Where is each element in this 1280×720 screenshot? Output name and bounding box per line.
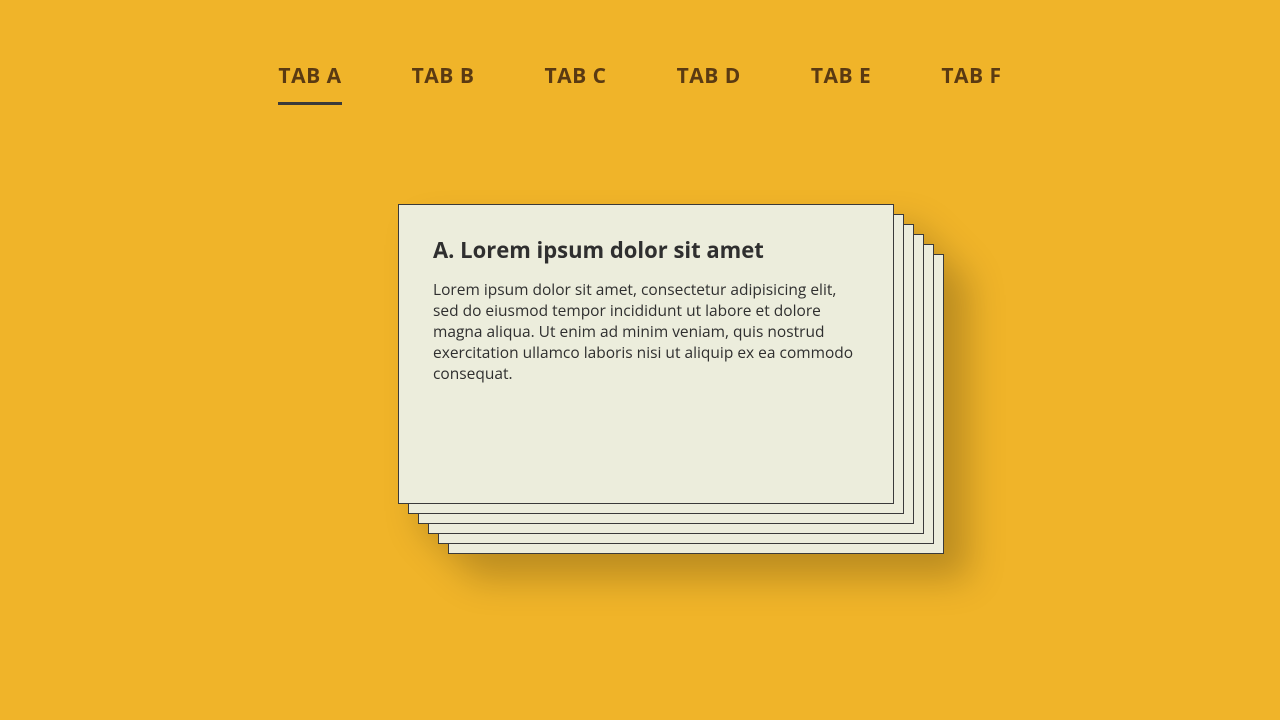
tab-b[interactable]: TAB B bbox=[412, 62, 475, 105]
tab-d[interactable]: TAB D bbox=[677, 62, 741, 105]
card-title: A. Lorem ipsum dolor sit amet bbox=[433, 235, 859, 265]
tab-e[interactable]: TAB E bbox=[811, 62, 871, 105]
card-front: A. Lorem ipsum dolor sit amet Lorem ipsu… bbox=[398, 204, 894, 504]
tab-c[interactable]: TAB C bbox=[544, 62, 606, 105]
tab-f[interactable]: TAB F bbox=[941, 62, 1001, 105]
card-stack: A. Lorem ipsum dolor sit amet Lorem ipsu… bbox=[398, 204, 894, 504]
tab-a[interactable]: TAB A bbox=[278, 62, 341, 105]
tab-bar: TAB A TAB B TAB C TAB D TAB E TAB F bbox=[0, 0, 1280, 105]
card-body: Lorem ipsum dolor sit amet, consectetur … bbox=[433, 279, 859, 384]
